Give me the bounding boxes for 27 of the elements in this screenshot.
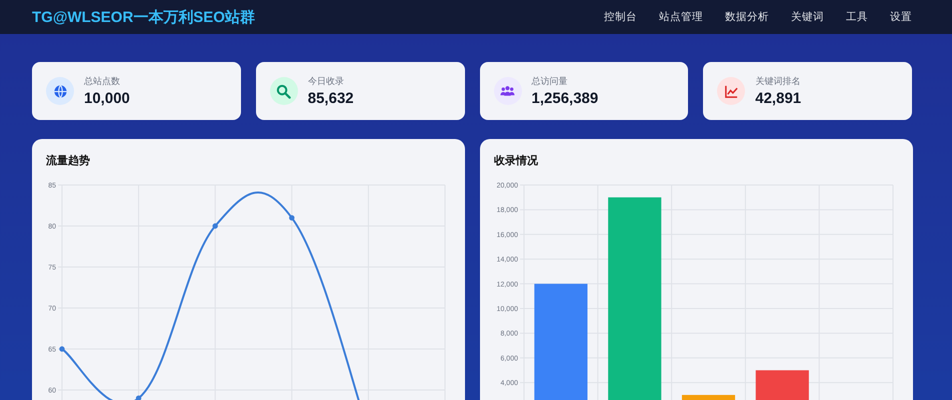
nav-link[interactable]: 站点管理 bbox=[659, 10, 703, 24]
site-title: TG@WLSEOR一本万利SEO站群 bbox=[32, 8, 255, 26]
stat-value: 10,000 bbox=[84, 90, 130, 107]
nav-link[interactable]: 控制台 bbox=[604, 10, 637, 24]
panel-title: 流量趋势 bbox=[46, 154, 91, 168]
stat-label: 今日收录 bbox=[308, 75, 345, 88]
nav-link[interactable]: 工具 bbox=[846, 10, 868, 24]
bar bbox=[682, 394, 736, 400]
search-icon bbox=[270, 77, 298, 105]
stat-value: 42,891 bbox=[755, 90, 802, 107]
nav-link[interactable]: 关键词 bbox=[791, 10, 824, 24]
panel-title: 收录情况 bbox=[494, 154, 539, 168]
nav-link[interactable]: 数据分析 bbox=[725, 10, 769, 24]
stat-value: 1,256,389 bbox=[532, 90, 598, 107]
data-point bbox=[289, 215, 294, 220]
line-chart-icon bbox=[717, 77, 746, 105]
data-point bbox=[136, 396, 142, 400]
users-icon bbox=[494, 77, 522, 105]
stat-label: 总站点数 bbox=[84, 75, 121, 88]
stat-value: 85,632 bbox=[308, 90, 354, 107]
stat-label: 总访问量 bbox=[532, 75, 568, 88]
data-point bbox=[59, 346, 65, 352]
nav-link[interactable]: 设置 bbox=[890, 10, 912, 24]
globe-icon bbox=[46, 77, 74, 105]
bar bbox=[756, 370, 809, 400]
stat-label: 关键词排名 bbox=[755, 75, 802, 88]
data-point bbox=[212, 223, 218, 229]
